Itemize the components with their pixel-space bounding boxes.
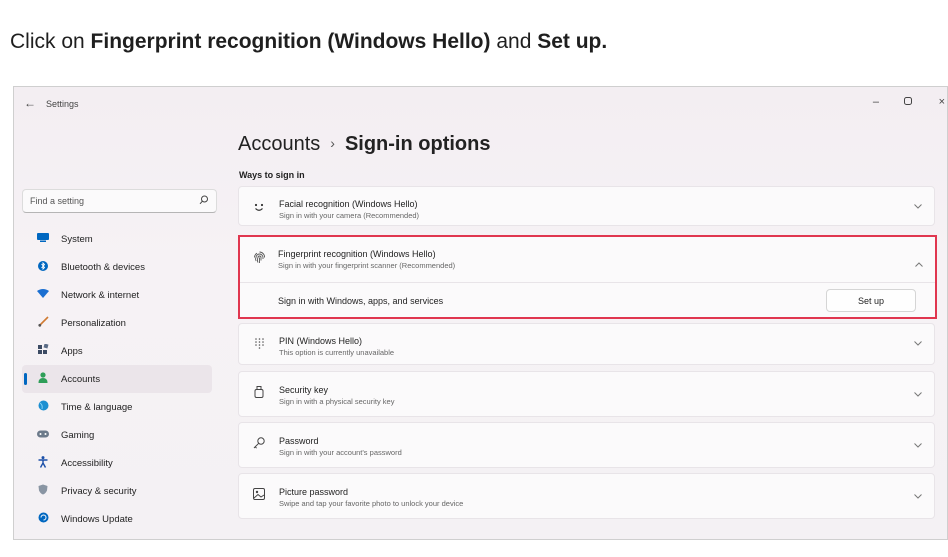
picture-password-option[interactable]: Picture password Swipe and tap your favo…: [238, 473, 935, 519]
gaming-icon: [37, 430, 49, 441]
sidebar-item-label: Accounts: [61, 373, 101, 385]
sidebar-item-label: Privacy & security: [61, 485, 137, 497]
breadcrumb-separator: ›: [330, 135, 335, 151]
network-icon: [37, 289, 49, 301]
chevron-down-icon: [914, 202, 922, 211]
sidebar-item-network[interactable]: Network & internet: [22, 281, 212, 309]
sidebar-item-gaming[interactable]: Gaming: [22, 421, 212, 449]
face-icon: [252, 201, 266, 215]
facial-recognition-option[interactable]: Facial recognition (Windows Hello) Sign …: [238, 186, 935, 226]
fingerprint-icon: [253, 251, 266, 269]
sidebar-item-time-language[interactable]: Time & language: [22, 393, 212, 421]
sidebar-item-label: System: [61, 233, 93, 245]
option-subtitle: This option is currently unavailable: [279, 348, 395, 357]
breadcrumb-parent[interactable]: Accounts: [238, 133, 320, 155]
sidebar-item-label: Bluetooth & devices: [61, 261, 145, 273]
chevron-down-icon: [914, 441, 922, 450]
page-title: Sign-in options: [344, 133, 491, 155]
pin-option[interactable]: PIN (Windows Hello) This option is curre…: [238, 323, 935, 365]
keypad-icon: [252, 338, 266, 352]
option-title: PIN (Windows Hello): [279, 336, 363, 346]
sidebar-item-label: Apps: [61, 345, 83, 357]
security-key-option[interactable]: Security key Sign in with a physical sec…: [238, 371, 935, 417]
option-subtitle: Swipe and tap your favorite photo to unl…: [279, 499, 464, 508]
option-title: Fingerprint recognition (Windows Hello): [278, 249, 436, 259]
sidebar-item-apps[interactable]: Apps: [22, 337, 212, 365]
chevron-down-icon: [914, 390, 922, 399]
sidebar-item-label: Network & internet: [61, 289, 140, 301]
close-icon[interactable]: ×: [939, 96, 945, 108]
sidebar-item-privacy-security[interactable]: Privacy & security: [22, 477, 212, 505]
usb-key-icon: [252, 386, 266, 401]
chevron-down-icon: [914, 492, 922, 501]
bluetooth-icon: [37, 260, 49, 275]
sidebar-item-accessibility[interactable]: Accessibility: [22, 449, 212, 477]
fingerprint-detail-text: Sign in with Windows, apps, and services: [278, 296, 444, 306]
brush-icon: [37, 316, 49, 330]
sidebar-item-label: Gaming: [61, 429, 95, 441]
update-icon: [37, 512, 49, 526]
settings-window: ← Settings – × Accounts › Sign-in options …: [13, 86, 948, 540]
sidebar-item-windows-update[interactable]: Windows Update: [22, 505, 212, 533]
sidebar-item-personalization[interactable]: Personalization: [22, 309, 212, 337]
search-icon: [199, 195, 209, 208]
sidebar-item-label: Personalization: [61, 317, 126, 329]
section-label: Ways to sign in: [239, 170, 305, 180]
accessibility-icon: [37, 455, 49, 471]
back-icon[interactable]: ←: [24, 96, 36, 110]
password-option[interactable]: Password Sign in with your account's pas…: [238, 422, 935, 468]
fingerprint-recognition-option[interactable]: Fingerprint recognition (Windows Hello) …: [238, 235, 937, 319]
picture-icon: [252, 488, 266, 503]
accounts-icon: [37, 372, 49, 386]
option-subtitle: Sign in with your camera (Recommended): [279, 211, 420, 220]
option-subtitle: Sign in with a physical security key: [279, 397, 395, 406]
instruction-prefix: Click on: [10, 30, 91, 53]
chevron-down-icon: [914, 339, 922, 348]
shield-icon: [37, 484, 49, 498]
sidebar-item-label: Windows Update: [61, 513, 133, 525]
option-title: Security key: [279, 385, 329, 395]
option-subtitle: Sign in with your account's password: [279, 448, 402, 457]
system-icon: [37, 233, 49, 245]
breadcrumb: Accounts › Sign-in options: [238, 133, 490, 156]
chevron-up-icon[interactable]: [915, 254, 923, 272]
globe-icon: [37, 400, 49, 414]
search-placeholder: Find a setting: [30, 196, 85, 206]
restore-icon[interactable]: [904, 96, 912, 108]
sidebar-nav: System Bluetooth & devices Network & int…: [22, 225, 212, 533]
window-title: Settings: [46, 99, 79, 109]
minimize-icon[interactable]: –: [873, 96, 879, 108]
instruction-middle: and: [490, 30, 538, 53]
option-title: Picture password: [279, 487, 349, 497]
set-up-button[interactable]: Set up: [826, 289, 916, 312]
key-icon: [252, 437, 266, 452]
instruction-action: Set up.: [537, 30, 608, 53]
sidebar-item-system[interactable]: System: [22, 225, 212, 253]
sidebar-item-bluetooth[interactable]: Bluetooth & devices: [22, 253, 212, 281]
title-bar: ← Settings – ×: [14, 87, 947, 123]
divider: [240, 282, 935, 283]
search-input[interactable]: Find a setting: [22, 189, 217, 213]
sidebar-item-label: Time & language: [61, 401, 133, 413]
sidebar-item-label: Accessibility: [61, 457, 113, 469]
instruction-text: Click on Fingerprint recognition (Window…: [10, 30, 607, 54]
sidebar-item-accounts[interactable]: Accounts: [22, 365, 212, 393]
option-title: Password: [279, 436, 319, 446]
instruction-item: Fingerprint recognition (Windows Hello): [90, 30, 491, 53]
option-title: Facial recognition (Windows Hello): [279, 199, 418, 209]
option-subtitle: Sign in with your fingerprint scanner (R…: [278, 261, 456, 270]
apps-icon: [37, 343, 49, 358]
